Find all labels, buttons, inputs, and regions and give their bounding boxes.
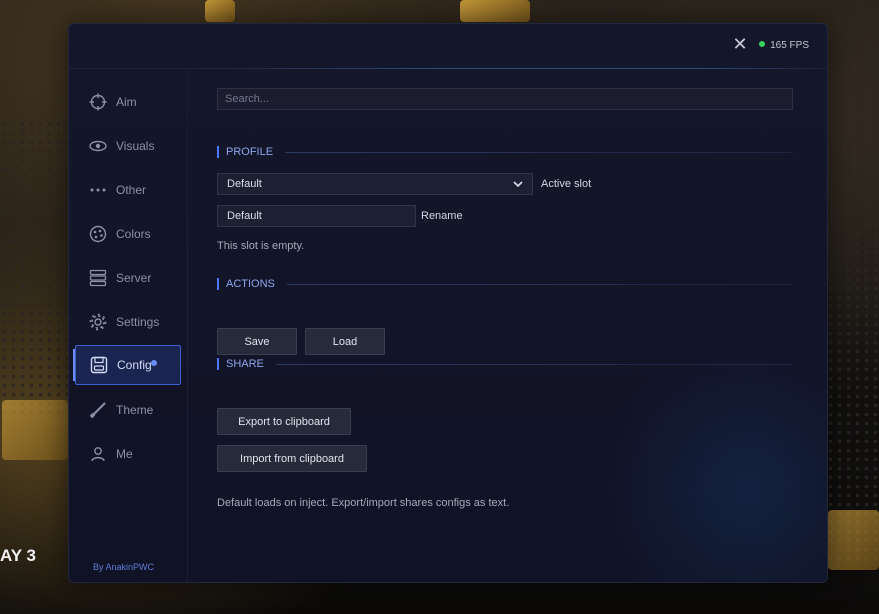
sidebar-item-label: Aim: [116, 95, 137, 109]
section-divider: [286, 283, 793, 285]
section-divider: [285, 151, 793, 153]
crosshair-icon: [88, 92, 108, 112]
sidebar-item-label: Visuals: [116, 139, 155, 153]
section-title: PROFILE: [226, 146, 274, 158]
sidebar-item-label: Colors: [116, 227, 151, 241]
dots-icon: [88, 180, 108, 200]
sidebar-item-colors[interactable]: Colors: [75, 215, 179, 253]
slot-status-text: This slot is empty.: [217, 240, 305, 252]
sidebar-item-me[interactable]: Me: [75, 435, 179, 473]
section-header-share: SHARE: [217, 357, 793, 371]
palette-icon: [88, 224, 108, 244]
background-object: [205, 0, 235, 22]
eye-icon: [88, 136, 108, 156]
sidebar-item-label: Other: [116, 183, 147, 197]
sidebar-item-aim[interactable]: Aim: [75, 83, 179, 121]
fps-status-dot: [759, 41, 766, 48]
import-from-clipboard-button[interactable]: Import from clipboard: [217, 445, 367, 472]
sidebar-item-settings[interactable]: Settings: [75, 303, 179, 341]
background-texture: [0, 120, 70, 420]
server-icon: [88, 268, 108, 288]
sidebar-item-config[interactable]: Config: [73, 345, 181, 385]
search-input[interactable]: [217, 88, 793, 110]
menu-window: ✕ 165 FPS Aim Visuals Other Colors Serve…: [68, 23, 828, 583]
save-button[interactable]: Save: [217, 328, 297, 355]
fps-label: 165 FPS: [770, 40, 809, 51]
sidebar-item-label: Config: [117, 358, 152, 372]
sidebar-item-server[interactable]: Server: [75, 259, 179, 297]
sidebar-item-label: Me: [116, 447, 133, 461]
sidebar-item-theme[interactable]: Theme: [75, 391, 179, 429]
active-slot-dropdown[interactable]: Default: [217, 173, 533, 195]
user-icon: [88, 444, 108, 464]
rename-field[interactable]: Default: [217, 205, 416, 227]
section-header-profile: PROFILE: [217, 145, 793, 159]
sidebar-item-label: Theme: [116, 403, 154, 417]
section-title: SHARE: [226, 358, 264, 370]
chevron-down-icon: [513, 179, 523, 190]
notification-dot: [150, 360, 157, 366]
section-accent-bar: [217, 146, 219, 158]
sidebar-item-label: Server: [116, 271, 152, 285]
brush-icon: [88, 400, 108, 420]
background-object: [828, 510, 879, 570]
section-header-actions: ACTIONS: [217, 277, 793, 291]
fps-counter: 165 FPS: [759, 40, 809, 51]
section-accent-bar: [217, 278, 219, 290]
author-credit: By AnakinPWC: [93, 562, 155, 572]
sidebar-item-visuals[interactable]: Visuals: [75, 127, 179, 165]
background-object: [2, 400, 68, 460]
section-title: ACTIONS: [226, 278, 275, 290]
close-icon[interactable]: ✕: [731, 36, 749, 54]
title-bar: ✕ 165 FPS: [69, 24, 827, 69]
help-text: Default loads on inject. Export/import s…: [217, 497, 510, 509]
sidebar: Aim Visuals Other Colors Server Settings…: [69, 69, 188, 582]
background-overlay-text: AY 3: [0, 546, 36, 565]
section-accent-bar: [217, 358, 219, 370]
section-divider: [275, 363, 793, 365]
sidebar-item-other[interactable]: Other: [75, 171, 179, 209]
save-icon: [89, 355, 109, 375]
background-texture: [826, 140, 879, 560]
dropdown-value: Default: [227, 178, 262, 190]
load-button[interactable]: Load: [305, 328, 385, 355]
sidebar-item-label: Settings: [116, 315, 160, 329]
config-page: PROFILE Default Active slot Default Rena…: [217, 69, 795, 582]
rename-label: Rename: [421, 210, 463, 222]
gear-icon: [88, 312, 108, 332]
active-slot-label: Active slot: [541, 178, 592, 190]
background-object: [460, 0, 530, 22]
export-to-clipboard-button[interactable]: Export to clipboard: [217, 408, 351, 435]
